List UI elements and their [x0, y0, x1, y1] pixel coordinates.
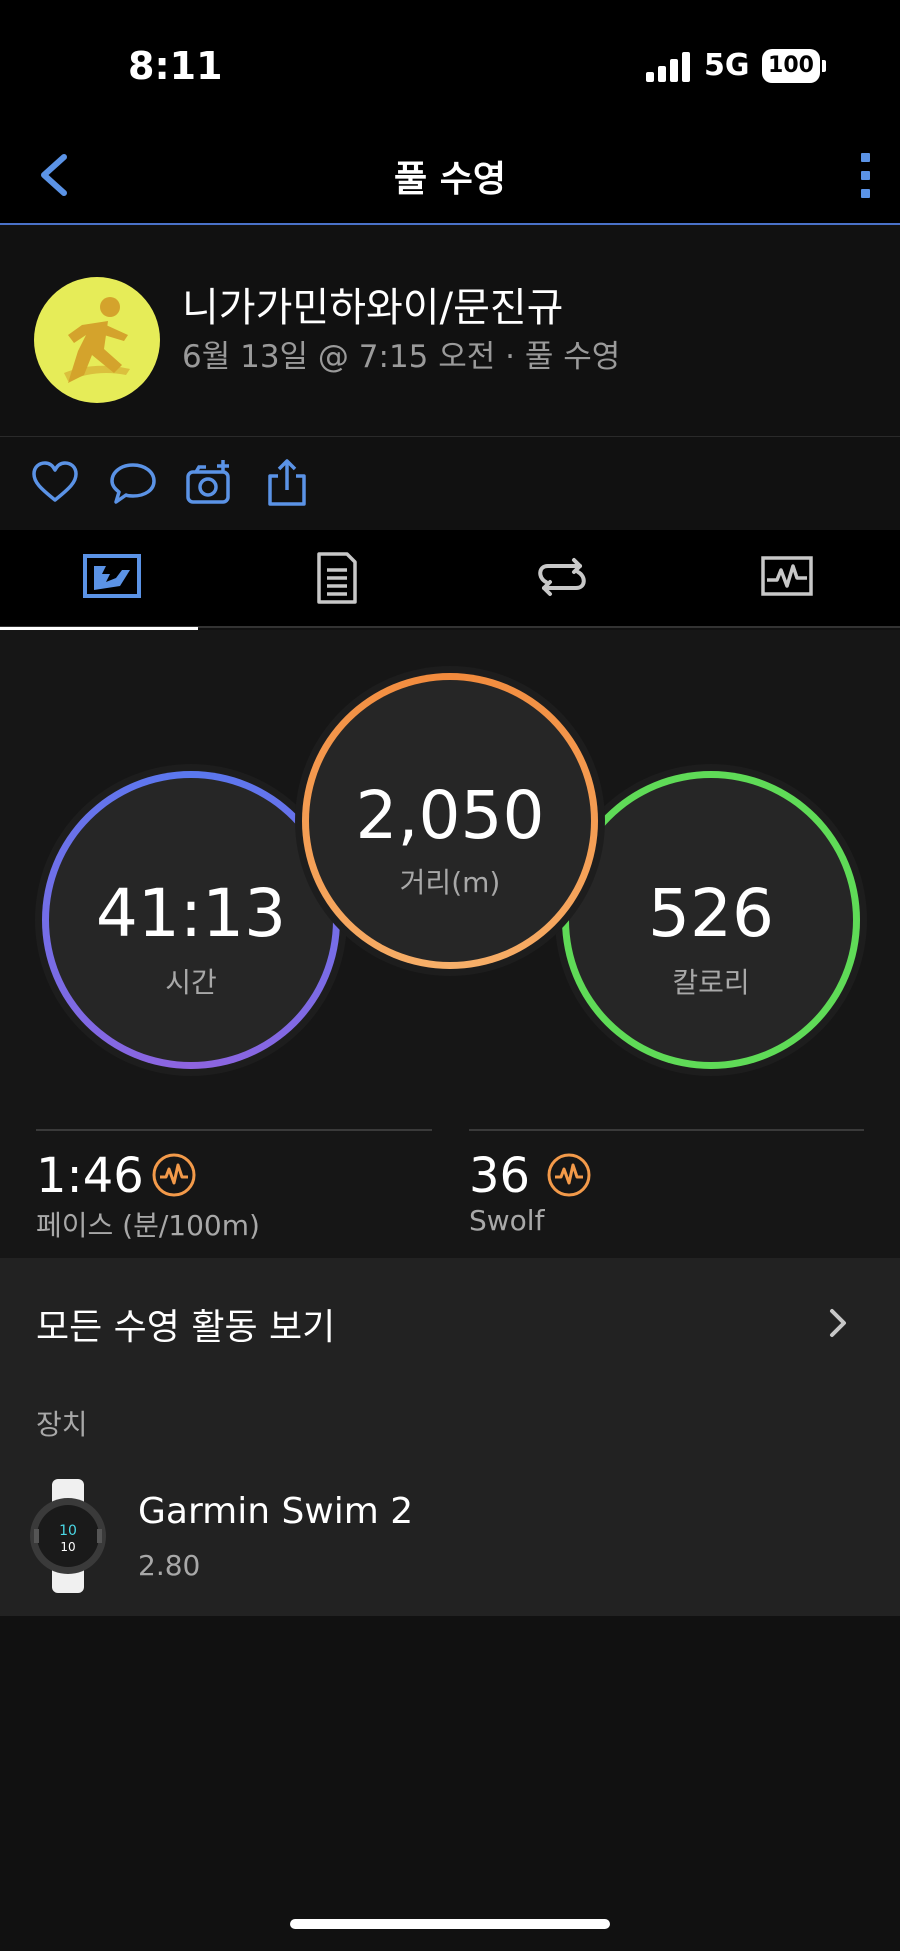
home-indicator[interactable] — [290, 1919, 610, 1929]
device-name: Garmin Swim 2 — [138, 1491, 414, 1532]
social-bar — [0, 438, 900, 530]
swolf-value: 36 — [469, 1148, 531, 1204]
pace-value: 1:46 — [36, 1148, 144, 1204]
comment-icon — [110, 463, 156, 504]
stats-icon — [83, 554, 141, 598]
tab-charts[interactable] — [675, 530, 900, 628]
battery-tip — [822, 60, 826, 72]
chevron-right-icon — [830, 1309, 846, 1337]
laps-icon — [538, 558, 586, 596]
comment-button[interactable] — [108, 458, 158, 508]
activity-name: 니가가민하와이/문진규 — [182, 285, 564, 331]
more-dot — [861, 189, 870, 198]
share-icon — [268, 459, 306, 506]
page-title: 풀 수영 — [394, 159, 506, 200]
tab-bar — [0, 530, 900, 630]
svg-text:10: 10 — [60, 1540, 75, 1554]
details-icon — [317, 552, 357, 604]
pace-label: 페이스 (분/100m) — [36, 1209, 260, 1242]
tab-details[interactable] — [225, 530, 450, 628]
camera-add-icon — [186, 460, 230, 504]
watch-icon: 10 10 — [26, 1479, 110, 1593]
network-label: 5G — [704, 48, 750, 83]
more-button[interactable] — [850, 147, 880, 203]
heart-icon — [32, 461, 78, 502]
battery-icon: 100 — [762, 49, 820, 83]
heart-rate-icon — [546, 1152, 592, 1198]
activity-header: 니가가민하와이/문진규 6월 13일 @ 7:15 오전 · 풀 수영 — [0, 227, 900, 437]
signal-icon — [646, 52, 692, 82]
like-button[interactable] — [30, 458, 80, 508]
heart-rate-icon — [151, 1152, 197, 1198]
more-vertical-icon — [861, 153, 870, 162]
all-swims-row[interactable]: 모든 수영 활동 보기 — [0, 1258, 900, 1383]
distance-value: 2,050 — [355, 777, 545, 854]
distance-circle: 2,050 거리(m) — [302, 673, 598, 969]
calories-circle: 526 칼로리 — [562, 771, 860, 1069]
tab-laps[interactable] — [450, 530, 675, 628]
calories-value: 526 — [648, 875, 774, 952]
metric-divider — [36, 1129, 432, 1131]
status-bar: 8:11 5G 100 — [0, 0, 900, 125]
runner-icon — [64, 297, 130, 383]
share-button[interactable] — [262, 458, 312, 508]
time-value: 41:13 — [95, 875, 287, 952]
metric-divider — [469, 1129, 864, 1131]
time-label: 시간 — [165, 966, 217, 999]
more-dot — [861, 171, 870, 180]
device-version: 2.80 — [138, 1549, 201, 1582]
svg-text:10: 10 — [59, 1523, 77, 1539]
activity-avatar — [34, 277, 160, 403]
distance-label: 거리(m) — [399, 866, 501, 899]
tab-stats[interactable] — [0, 530, 225, 630]
all-swims-label: 모든 수영 활동 보기 — [36, 1307, 336, 1348]
chart-icon — [761, 556, 813, 596]
device-heading: 장치 — [36, 1408, 88, 1441]
time-circle: 41:13 시간 — [42, 771, 340, 1069]
nav-bar: 풀 수영 — [0, 125, 900, 225]
calories-label: 칼로리 — [672, 966, 750, 999]
add-photo-button[interactable] — [184, 458, 234, 508]
activity-subtitle: 6월 13일 @ 7:15 오전 · 풀 수영 — [182, 339, 621, 375]
status-time: 8:11 — [128, 44, 223, 88]
swolf-label: Swolf — [469, 1204, 545, 1237]
device-section: 장치 10 10 Garmin Swim 2 2.80 — [0, 1383, 900, 1616]
